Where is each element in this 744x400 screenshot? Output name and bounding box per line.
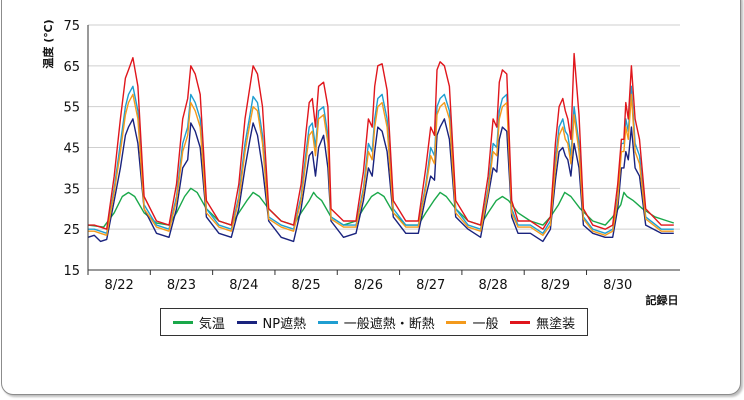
x-tick-label: 8/25 (292, 278, 321, 293)
x-tick-label: 8/23 (167, 278, 196, 293)
y-tick-label: 55 (63, 101, 80, 116)
legend-item-2: NP遮熱 (236, 313, 307, 332)
legend: 気温 NP遮熱 一般遮熱・断熱 一般 無塗装 (160, 308, 588, 336)
legend-label: 一般 (472, 316, 499, 332)
x-tick-label: 8/30 (603, 278, 632, 293)
y-tick-label: 25 (63, 223, 80, 238)
y-tick-label: 15 (63, 264, 80, 279)
legend-item-3: 一般遮熱・断熱 (317, 313, 435, 332)
y-tick-label: 65 (63, 60, 80, 75)
legend-swatch (172, 320, 193, 324)
legend-swatch (236, 320, 257, 324)
x-tick-label: 8/29 (541, 278, 570, 293)
legend-item-1: 気温 (172, 313, 225, 332)
x-axis-label: 記録日 (646, 293, 679, 307)
x-tick-label: 8/28 (478, 278, 507, 293)
legend-label: 無塗装 (536, 316, 576, 332)
legend-label: NP遮熱 (262, 316, 307, 332)
legend-item-4: 一般 (446, 313, 498, 332)
x-tick-label: 8/27 (416, 278, 445, 293)
legend-swatch (446, 320, 467, 324)
legend-swatch (317, 320, 338, 324)
y-tick-label: 75 (63, 19, 80, 34)
legend-item-5: 無塗装 (510, 313, 575, 332)
y-tick-label: 45 (63, 142, 80, 157)
x-tick-label: 8/26 (354, 278, 383, 293)
x-tick-label: 8/22 (105, 278, 134, 293)
temperature-line-chart: 15 25 35 45 55 65 75 8/22 8/23 8/24 8/25 8/26 8/27 8/… (41, 19, 680, 307)
legend-label: 気温 (198, 316, 225, 332)
x-tick-label: 8/24 (229, 278, 258, 293)
legend-label: 一般遮熱・断熱 (343, 316, 435, 332)
y-tick-label: 35 (63, 182, 80, 197)
legend-swatch (510, 320, 531, 324)
y-axis-label: 温度 (℃) (41, 19, 55, 68)
